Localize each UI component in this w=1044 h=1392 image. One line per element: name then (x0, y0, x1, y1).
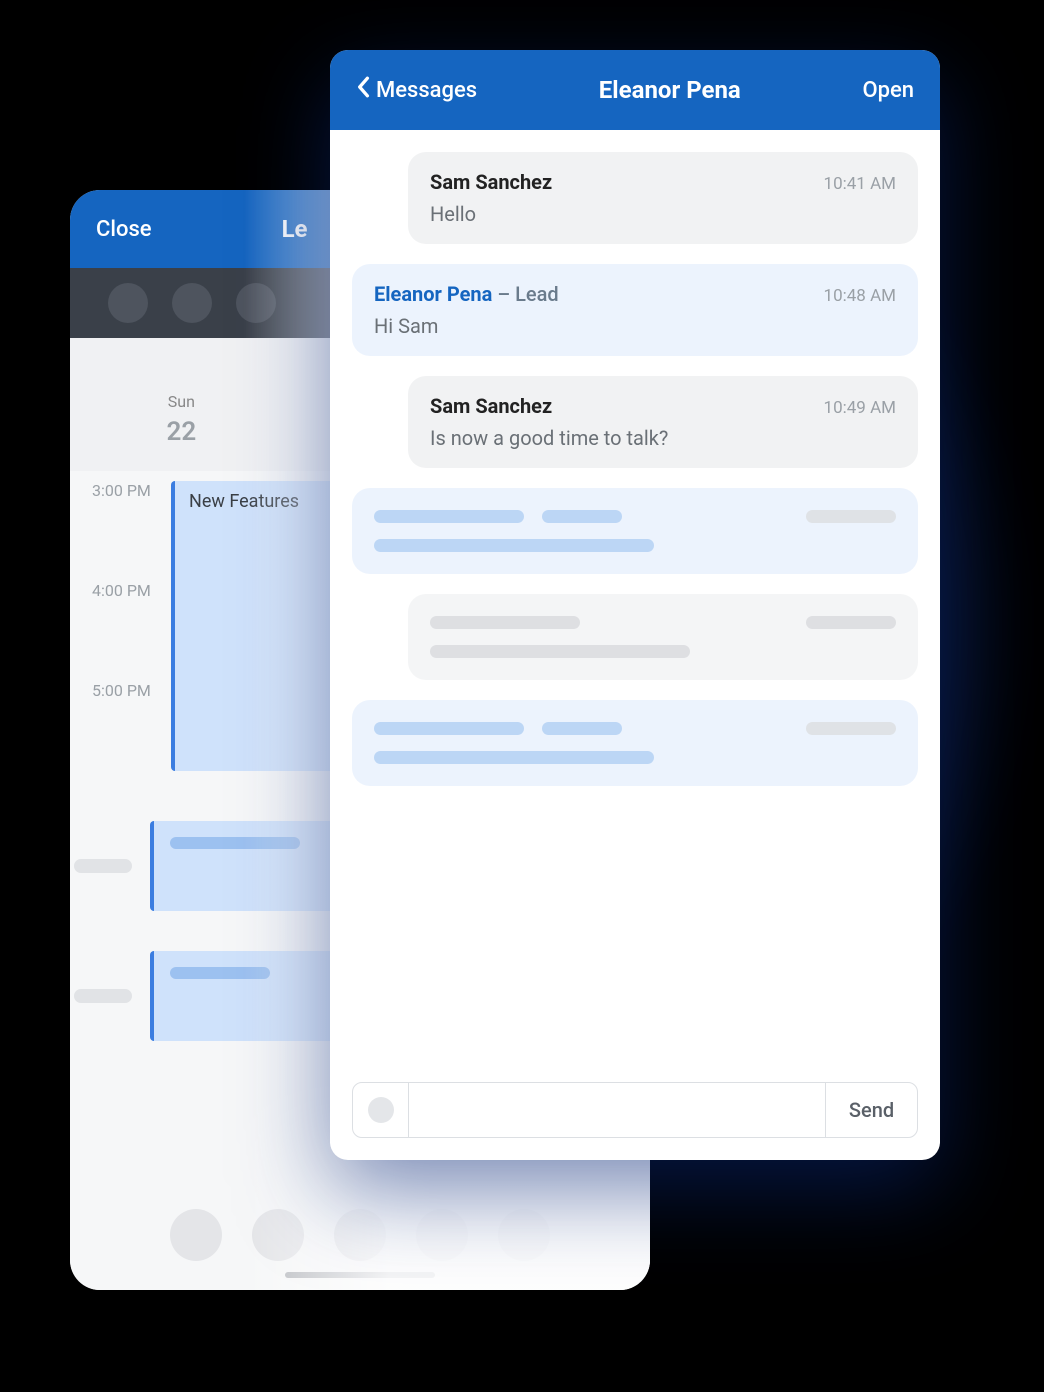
day-column-sun[interactable]: Sun 22 (92, 392, 271, 461)
message-time: 10:49 AM (824, 398, 896, 418)
calendar-title: Le (282, 215, 308, 243)
contact-name: Eleanor Pena (599, 76, 741, 104)
nav-item[interactable] (170, 1209, 222, 1261)
message-bubble[interactable]: Sam Sanchez 10:41 AM Hello (408, 152, 918, 244)
message-time: 10:48 AM (824, 286, 896, 306)
plus-icon (368, 1097, 394, 1123)
back-button[interactable]: Messages (356, 76, 477, 104)
time-label: 3:00 PM (92, 481, 167, 581)
nav-item[interactable] (334, 1209, 386, 1261)
message-text: Hi Sam (374, 314, 896, 338)
send-button[interactable]: Send (825, 1083, 917, 1137)
message-bubble[interactable]: Eleanor Pena – Lead 10:48 AM Hi Sam (352, 264, 918, 356)
message-thread[interactable]: Sam Sanchez 10:41 AM Hello Eleanor Pena … (330, 130, 940, 1072)
message-text: Hello (430, 202, 896, 226)
message-composer: Send (352, 1082, 918, 1138)
time-label: 5:00 PM (92, 681, 167, 781)
message-placeholder (352, 488, 918, 574)
close-button[interactable]: Close (96, 217, 152, 242)
message-sender: Eleanor Pena – Lead (374, 282, 559, 306)
message-placeholder (408, 594, 918, 680)
messages-header: Messages Eleanor Pena Open (330, 50, 940, 130)
calendar-bottom-nav (70, 1180, 650, 1290)
messages-app: Messages Eleanor Pena Open Sam Sanchez 1… (330, 50, 940, 1160)
tab-placeholder[interactable] (236, 283, 276, 323)
chevron-left-icon (356, 76, 370, 104)
day-number: 22 (92, 417, 271, 447)
tab-placeholder[interactable] (172, 283, 212, 323)
event-title: New Features (189, 491, 299, 512)
nav-item[interactable] (498, 1209, 550, 1261)
open-button[interactable]: Open (862, 78, 914, 103)
nav-item[interactable] (252, 1209, 304, 1261)
back-label: Messages (376, 78, 477, 103)
nav-item[interactable] (416, 1209, 468, 1261)
message-bubble[interactable]: Sam Sanchez 10:49 AM Is now a good time … (408, 376, 918, 468)
attach-button[interactable] (353, 1083, 409, 1137)
message-sender: Sam Sanchez (430, 170, 552, 194)
message-input[interactable] (409, 1083, 825, 1137)
message-time: 10:41 AM (824, 174, 896, 194)
message-sender: Sam Sanchez (430, 394, 552, 418)
message-text: Is now a good time to talk? (430, 426, 896, 450)
day-name: Sun (92, 392, 271, 411)
message-placeholder (352, 700, 918, 786)
time-label: 4:00 PM (92, 581, 167, 681)
tab-placeholder[interactable] (108, 283, 148, 323)
home-indicator (285, 1272, 435, 1278)
